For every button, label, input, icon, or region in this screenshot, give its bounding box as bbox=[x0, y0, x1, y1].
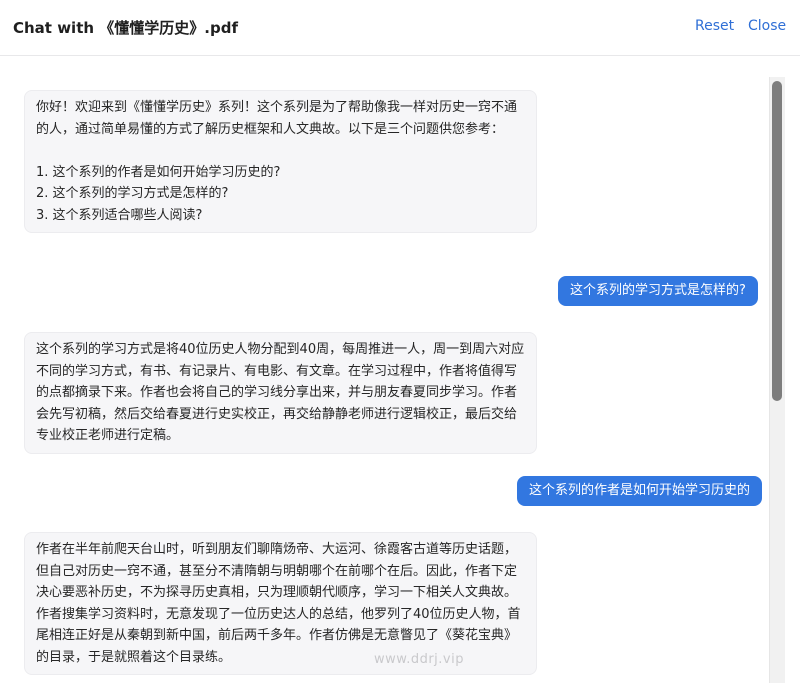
scrollbar-thumb[interactable] bbox=[772, 81, 782, 401]
close-button[interactable]: Close bbox=[748, 18, 786, 34]
user-message: 这个系列的学习方式是怎样的? bbox=[558, 276, 758, 306]
assistant-message: 你好！欢迎来到《懂懂学历史》系列！这个系列是为了帮助像我一样对历史一窍不通的人，… bbox=[24, 90, 537, 233]
reset-button[interactable]: Reset bbox=[695, 18, 734, 34]
chat-title: Chat with 《懂懂学历史》.pdf bbox=[13, 19, 238, 37]
message-list[interactable]: 你好！欢迎来到《懂懂学历史》系列！这个系列是为了帮助像我一样对历史一窍不通的人，… bbox=[0, 56, 800, 683]
user-message: 这个系列的作者是如何开始学习历史的 bbox=[517, 476, 763, 506]
chat-header: Chat with 《懂懂学历史》.pdf Reset Close bbox=[0, 0, 800, 56]
watermark: www.ddrj.vip bbox=[374, 652, 464, 667]
assistant-message: 这个系列的学习方式是将40位历史人物分配到40周，每周推进一人，周一到周六对应不… bbox=[24, 332, 537, 454]
